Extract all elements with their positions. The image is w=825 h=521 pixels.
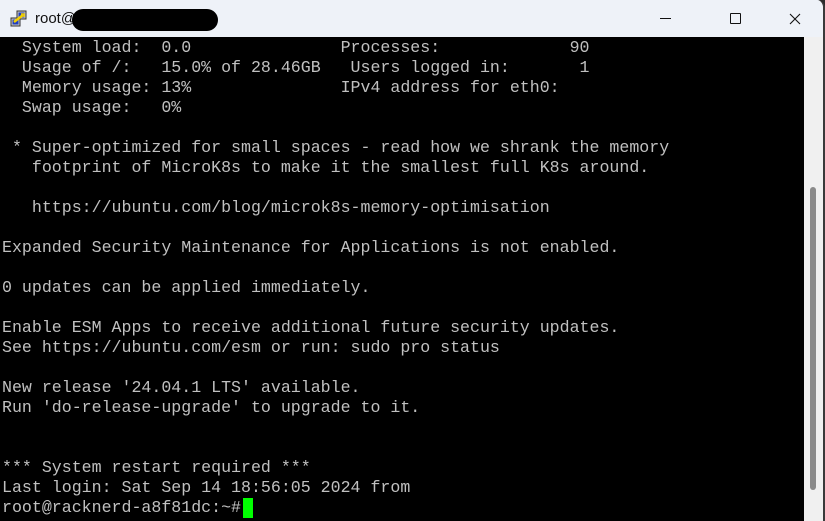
scrollbar-thumb[interactable] bbox=[810, 187, 816, 490]
terminal-line: Usage of /: 15.0% of 28.46GB Users logge… bbox=[2, 58, 590, 77]
terminal-line: See https://ubuntu.com/esm or run: sudo … bbox=[2, 338, 500, 357]
terminal-line: Swap usage: 0% bbox=[2, 98, 182, 117]
terminal-text: System load: 0.0 Processes: 90 Usage of … bbox=[2, 38, 669, 518]
putty-app-icon[interactable] bbox=[10, 10, 28, 28]
terminal-line: Enable ESM Apps to receive additional fu… bbox=[2, 318, 620, 337]
shell-prompt: root@racknerd-a8f81dc:~# bbox=[2, 498, 241, 517]
terminal-line: footprint of MicroK8s to make it the sma… bbox=[2, 158, 650, 177]
terminal-line: System load: 0.0 Processes: 90 bbox=[2, 38, 590, 57]
text-cursor bbox=[243, 498, 253, 518]
terminal-line: Memory usage: 13% IPv4 address for eth0: bbox=[2, 78, 560, 97]
terminal-line: Expanded Security Maintenance for Applic… bbox=[2, 238, 620, 257]
close-button[interactable] bbox=[770, 0, 820, 37]
terminal-line: Run 'do-release-upgrade' to upgrade to i… bbox=[2, 398, 421, 417]
terminal-line: Last login: Sat Sep 14 18:56:05 2024 fro… bbox=[2, 478, 411, 497]
terminal-line: * Super-optimized for small spaces - rea… bbox=[2, 138, 670, 157]
terminal-line: *** System restart required *** bbox=[2, 458, 311, 477]
minimize-icon bbox=[659, 18, 671, 19]
vertical-scrollbar[interactable] bbox=[804, 37, 823, 521]
maximize-icon bbox=[729, 13, 741, 24]
close-icon bbox=[789, 13, 801, 24]
minimize-button[interactable] bbox=[640, 0, 690, 37]
terminal-line: New release '24.04.1 LTS' available. bbox=[2, 378, 361, 397]
shell-prompt-line[interactable]: root@racknerd-a8f81dc:~# bbox=[2, 498, 669, 518]
terminal-line: 0 updates can be applied immediately. bbox=[2, 278, 371, 297]
terminal-output[interactable]: System load: 0.0 Processes: 90 Usage of … bbox=[0, 37, 804, 521]
window-title: root@ bbox=[35, 10, 77, 27]
terminal-window: root@ System load: 0.0 Processes: 90 Usa… bbox=[0, 0, 825, 521]
title-bar[interactable]: root@ bbox=[0, 0, 823, 37]
terminal-line: https://ubuntu.com/blog/microk8s-memory-… bbox=[2, 198, 550, 217]
maximize-button[interactable] bbox=[710, 0, 760, 37]
redacted-hostname bbox=[72, 9, 218, 31]
